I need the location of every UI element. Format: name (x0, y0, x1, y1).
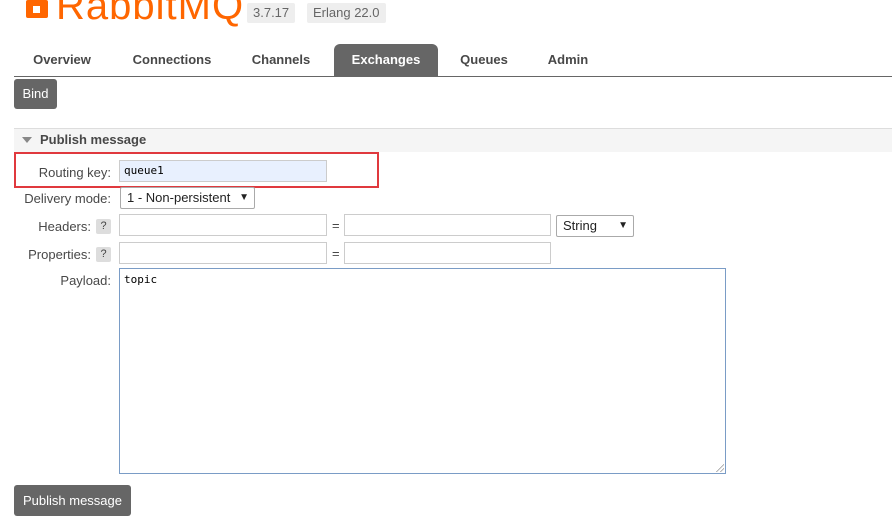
tab-admin[interactable]: Admin (536, 44, 600, 76)
headers-help-icon[interactable]: ? (96, 219, 111, 234)
tab-connections[interactable]: Connections (122, 44, 222, 76)
headers-key-input[interactable] (119, 214, 327, 236)
properties-value-input[interactable] (344, 242, 551, 264)
collapse-arrow-icon (22, 137, 32, 143)
payload-text: topic (124, 273, 158, 286)
headers-type-value: String (563, 218, 597, 233)
payload-textarea[interactable]: topic (119, 268, 726, 474)
section-title: Publish message (40, 132, 147, 147)
delivery-mode-label: Delivery mode: (24, 191, 111, 206)
erlang-badge: Erlang 22.0 (307, 3, 386, 23)
tab-overview[interactable]: Overview (22, 44, 102, 76)
properties-label: Properties: (28, 247, 91, 262)
headers-type-select[interactable]: String ▼ (556, 215, 634, 237)
main-nav: Overview Connections Channels Exchanges … (14, 44, 892, 77)
tab-queues[interactable]: Queues (452, 44, 516, 76)
properties-help-icon[interactable]: ? (96, 247, 111, 262)
headers-label: Headers: (38, 219, 91, 234)
logo-text: RabbitMQ (56, 0, 245, 28)
publish-message-button[interactable]: Publish message (14, 485, 131, 516)
resize-grip-icon[interactable] (716, 464, 724, 472)
routing-key-input[interactable]: queue1 (119, 160, 327, 182)
delivery-mode-value: 1 - Non-persistent (127, 190, 231, 205)
publish-section-header[interactable]: Publish message (14, 128, 892, 152)
headers-value-input[interactable] (344, 214, 551, 236)
delivery-mode-select[interactable]: 1 - Non-persistent ▼ (120, 187, 255, 209)
tab-exchanges[interactable]: Exchanges (334, 44, 438, 76)
tab-channels[interactable]: Channels (242, 44, 320, 76)
properties-key-input[interactable] (119, 242, 327, 264)
headers-equals: = (332, 218, 340, 233)
dropdown-arrow-icon: ▼ (239, 192, 249, 203)
dropdown-arrow-icon: ▼ (618, 220, 628, 231)
logo-square-icon (26, 0, 48, 18)
version-badge: 3.7.17 (247, 3, 296, 23)
properties-equals: = (332, 246, 340, 261)
bind-button[interactable]: Bind (14, 79, 57, 109)
payload-label: Payload: (60, 273, 111, 288)
routing-key-label: Routing key: (38, 165, 111, 180)
